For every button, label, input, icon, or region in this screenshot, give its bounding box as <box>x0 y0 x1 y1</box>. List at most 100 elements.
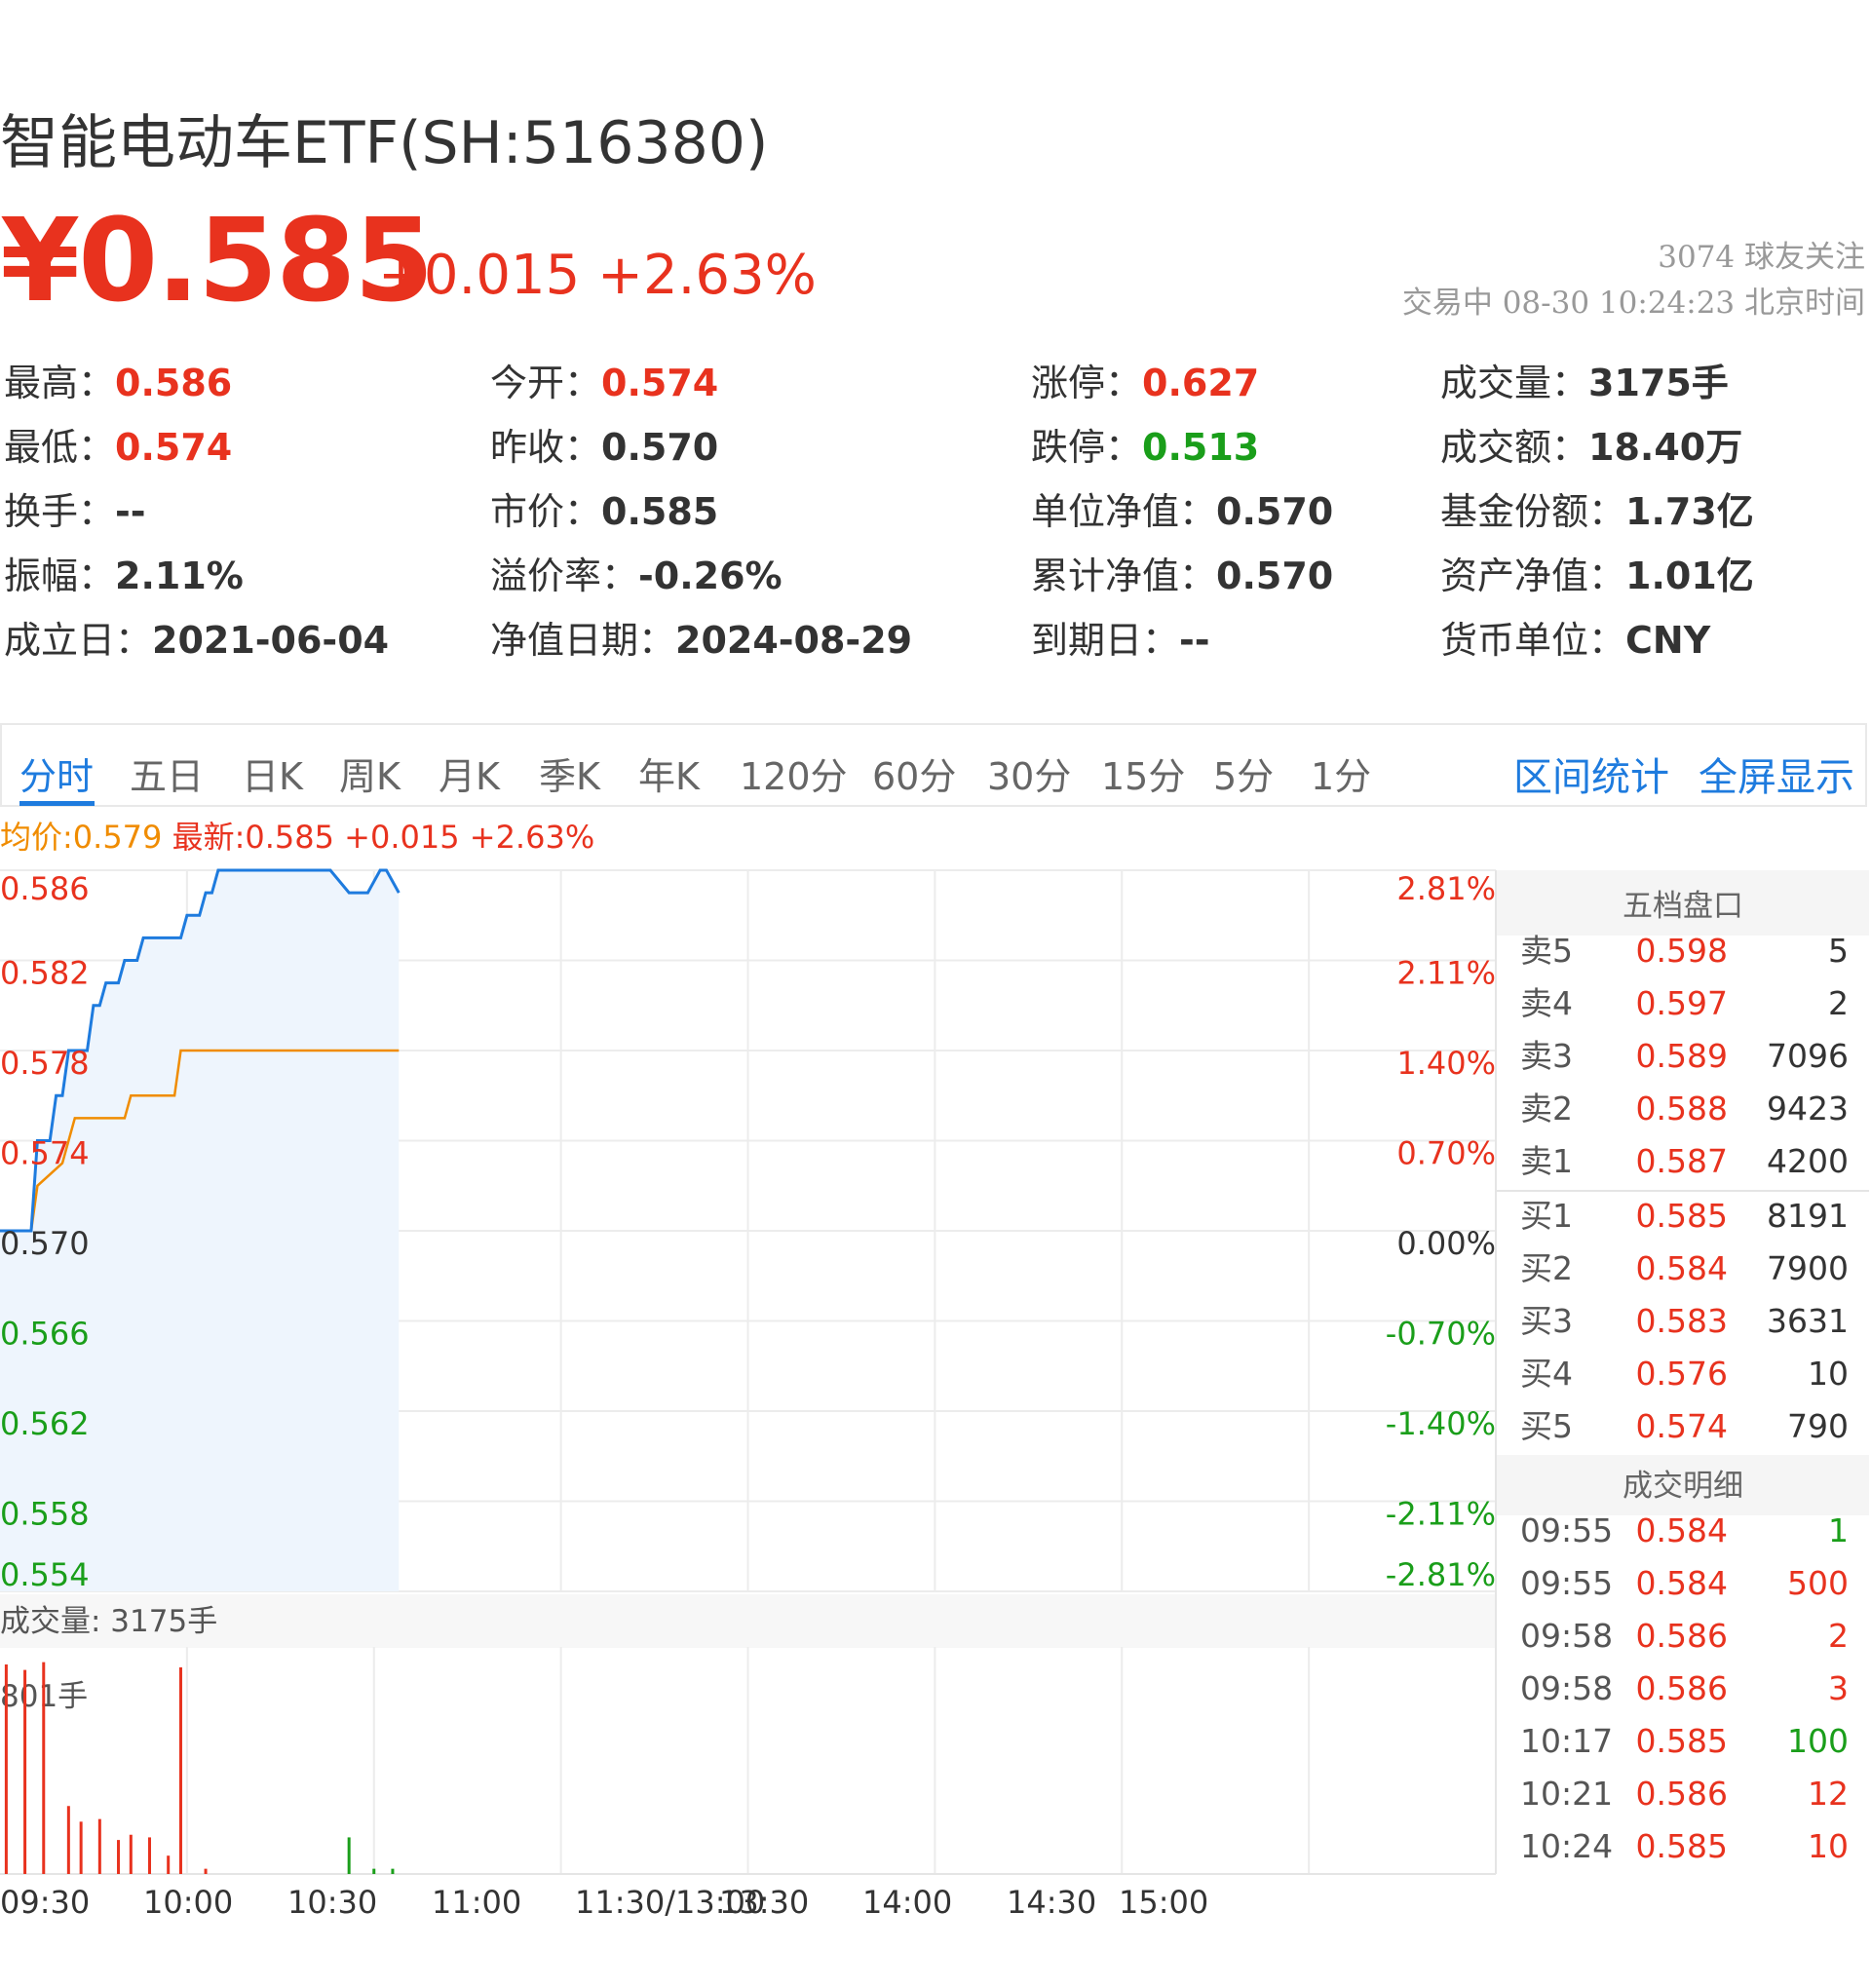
trade-time: 09:58 <box>1520 1617 1613 1655</box>
order-book-price: 0.587 <box>1636 1142 1728 1180</box>
trade-volume: 500 <box>1787 1564 1849 1602</box>
time-axis-label: 15:00 <box>1119 1884 1208 1921</box>
quote-label: 资产净值： <box>1440 554 1625 597</box>
quote-item: 溢价率：-0.26% <box>490 546 783 599</box>
legend-average: 均价:0.579 <box>0 819 162 856</box>
order-book-label: 卖2 <box>1520 1090 1573 1128</box>
order-book-volume: 7900 <box>1767 1249 1849 1287</box>
quote-value: 0.570 <box>601 426 718 469</box>
quote-value: -- <box>115 490 146 533</box>
quote-value: 0.586 <box>115 362 232 404</box>
tab-8[interactable]: 60分 <box>872 746 956 800</box>
quote-item: 最低：0.574 <box>4 417 232 471</box>
order-book-price: 0.589 <box>1636 1037 1728 1075</box>
trade-price: 0.586 <box>1636 1669 1728 1707</box>
trade-volume: 10 <box>1808 1827 1849 1865</box>
percent-axis-label: -0.70% <box>1386 1316 1496 1353</box>
order-book-price: 0.588 <box>1636 1090 1728 1128</box>
time-axis-label: 14:00 <box>862 1884 952 1921</box>
tab-12[interactable]: 1分 <box>1311 746 1371 800</box>
tab-3[interactable]: 周K <box>339 746 401 800</box>
order-book-volume: 7096 <box>1767 1037 1849 1075</box>
quote-label: 累计净值： <box>1031 554 1216 597</box>
order-book-label: 卖4 <box>1520 984 1573 1022</box>
quote-label: 跌停： <box>1031 426 1142 469</box>
order-book-label: 买3 <box>1520 1302 1573 1340</box>
tab-4[interactable]: 月K <box>439 746 500 800</box>
intraday-chart[interactable]: 0.5860.5820.5780.5740.5700.5660.5620.558… <box>0 858 1871 1937</box>
tab-11[interactable]: 5分 <box>1213 746 1274 800</box>
quote-value: 2.11% <box>115 554 244 597</box>
quote-label: 净值日期： <box>490 619 675 662</box>
trade-volume: 100 <box>1787 1722 1849 1760</box>
trade-price: 0.586 <box>1636 1775 1728 1813</box>
tab-2[interactable]: 日K <box>242 746 303 800</box>
quote-value: 2021-06-04 <box>152 619 389 662</box>
tab-1[interactable]: 五日 <box>130 746 204 800</box>
order-book-price: 0.583 <box>1636 1302 1728 1340</box>
quote-label: 到期日： <box>1031 619 1179 662</box>
percent-axis-label: -1.40% <box>1386 1405 1496 1442</box>
legend-latest: 最新:0.585 <box>172 819 334 856</box>
quote-value: 18.40万 <box>1588 426 1742 469</box>
price-change: +0.015 +2.63% <box>378 244 817 307</box>
tab-0[interactable]: 分时 <box>19 746 94 800</box>
order-book-label: 买5 <box>1520 1407 1573 1445</box>
time-axis-label: 11:00 <box>432 1884 521 1921</box>
active-tab-underline <box>19 801 95 806</box>
trade-price: 0.585 <box>1636 1722 1728 1760</box>
quote-item: 成交量：3175手 <box>1440 353 1729 406</box>
price-axis-label: 0.586 <box>0 870 90 907</box>
percent-axis-label: -2.81% <box>1386 1556 1496 1593</box>
tab-7[interactable]: 120分 <box>740 746 848 800</box>
order-book-label: 买2 <box>1520 1249 1573 1287</box>
follower-count[interactable]: 3074 球友关注 <box>1658 232 1865 276</box>
quote-item: 市价：0.585 <box>490 481 718 535</box>
trading-status: 交易中 08-30 10:24:23 北京时间 <box>1402 278 1865 322</box>
tab-9[interactable]: 30分 <box>987 746 1071 800</box>
page-title: 智能电动车ETF(SH:516380) <box>0 96 768 180</box>
time-axis-label: 10:30 <box>287 1884 377 1921</box>
percent-axis-label: 0.00% <box>1396 1225 1496 1262</box>
quote-label: 市价： <box>490 490 601 533</box>
trade-time: 10:24 <box>1520 1827 1613 1865</box>
trade-price: 0.584 <box>1636 1564 1728 1602</box>
trades-title: 成交明细 <box>1623 1469 1743 1504</box>
order-book-volume: 8191 <box>1767 1197 1849 1235</box>
trade-volume: 2 <box>1828 1617 1849 1655</box>
trade-price: 0.586 <box>1636 1617 1728 1655</box>
quote-item: 昨收：0.570 <box>490 417 718 471</box>
tab-10[interactable]: 15分 <box>1101 746 1185 800</box>
quote-value: 0.585 <box>601 490 718 533</box>
quote-item: 货币单位：CNY <box>1440 610 1710 664</box>
price-axis-label: 0.554 <box>0 1556 90 1593</box>
range-stats-button[interactable]: 区间统计 <box>1513 746 1669 802</box>
chart-legend: 均价:0.579 最新:0.585 +0.015 +2.63% <box>0 813 594 858</box>
quote-label: 货币单位： <box>1440 619 1625 662</box>
price-axis-label: 0.566 <box>0 1316 90 1353</box>
trade-time: 10:17 <box>1520 1722 1613 1760</box>
quote-label: 今开： <box>490 362 601 404</box>
quote-value: 1.73亿 <box>1625 490 1754 533</box>
tab-6[interactable]: 年K <box>638 746 700 800</box>
trade-volume: 1 <box>1828 1511 1849 1549</box>
volume-label: 成交量: 3175手 <box>0 1604 217 1639</box>
quote-item: 净值日期：2024-08-29 <box>490 610 912 664</box>
quote-value: -0.26% <box>638 554 783 597</box>
time-axis-label: 09:30 <box>0 1884 90 1921</box>
quote-label: 涨停： <box>1031 362 1142 404</box>
price-axis-label: 0.582 <box>0 955 90 992</box>
order-book-label: 卖3 <box>1520 1037 1573 1075</box>
quote-label: 溢价率： <box>490 554 638 597</box>
quote-label: 最高： <box>4 362 115 404</box>
fullscreen-button[interactable]: 全屏显示 <box>1699 746 1854 802</box>
price-axis-label: 0.570 <box>0 1225 90 1262</box>
order-book-volume: 5 <box>1828 932 1849 970</box>
order-book-price: 0.598 <box>1636 932 1728 970</box>
percent-axis-label: 2.11% <box>1396 955 1496 992</box>
price-axis-label: 0.574 <box>0 1135 90 1172</box>
quote-item: 今开：0.574 <box>490 353 718 406</box>
order-book-price: 0.584 <box>1636 1249 1728 1287</box>
tab-5[interactable]: 季K <box>539 746 600 800</box>
quote-label: 最低： <box>4 426 115 469</box>
